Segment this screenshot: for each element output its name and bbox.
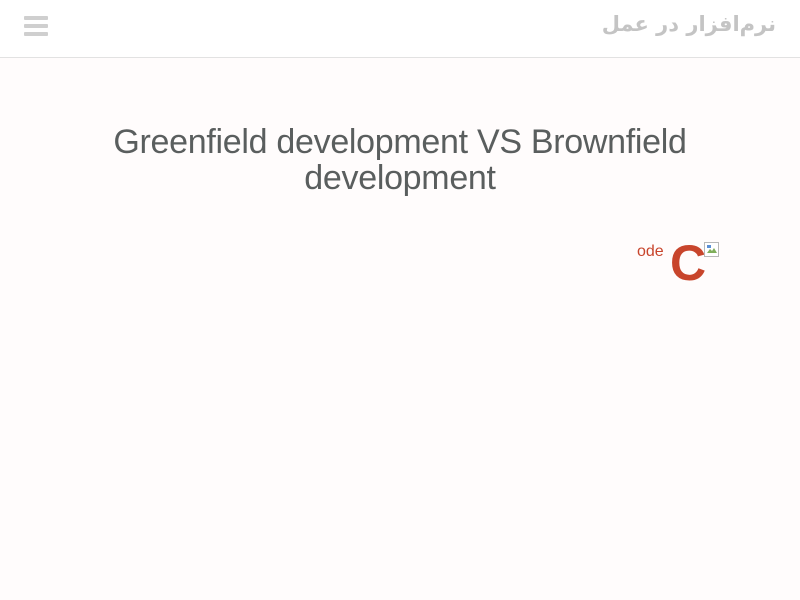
top-header: نرم‌افزار در عمل (0, 0, 800, 58)
menu-bar (24, 16, 48, 20)
hamburger-menu-icon[interactable] (24, 16, 48, 36)
page-title: Greenfield development VS Brownfield dev… (113, 123, 687, 197)
broken-image-icon (704, 242, 720, 258)
menu-bar (24, 32, 48, 36)
code-logo: ode C (636, 235, 726, 291)
menu-bar (24, 24, 48, 28)
site-title-link[interactable]: نرم‌افزار در عمل (602, 12, 776, 36)
logo-small-text: ode (637, 243, 664, 260)
logo-big-letter: C (670, 235, 707, 291)
